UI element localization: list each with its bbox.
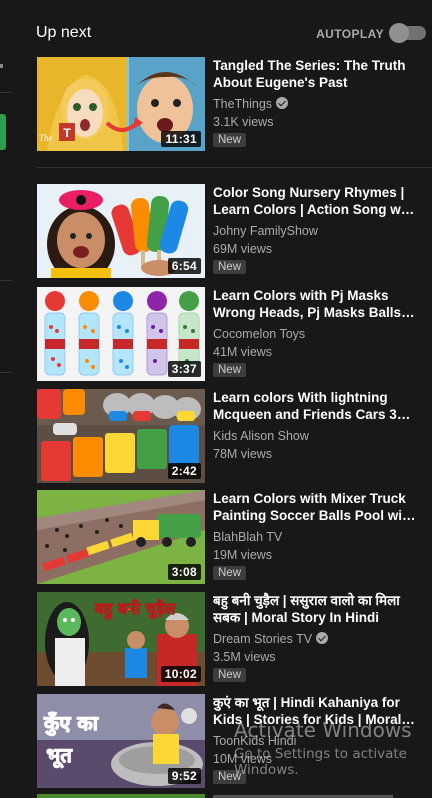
section-divider — [36, 167, 432, 168]
channel-name-text[interactable]: Dream Stories TV — [213, 632, 312, 646]
video-info[interactable]: Learn Colors with Pj Masks Wrong Heads, … — [213, 287, 418, 378]
verified-check-icon — [276, 97, 289, 109]
video-duration: 10:02 — [160, 666, 201, 682]
channel-name[interactable]: BlahBlah TV — [213, 529, 418, 545]
thumbnail-text: भूत — [46, 743, 73, 768]
video-title[interactable]: Learn colors With lightning Mcqueen and … — [213, 389, 418, 423]
new-badge: New — [213, 363, 247, 377]
left-panel-edge — [0, 0, 12, 798]
autoplay-toggle[interactable] — [389, 23, 426, 43]
video-thumbnail[interactable]: कुँए का भूत 9:52 — [37, 694, 205, 788]
next-video-thumbnail-partial[interactable] — [37, 794, 205, 798]
up-next-header: Up next AUTOPLAY — [36, 23, 432, 44]
panel-edge-mark — [0, 64, 3, 68]
video-duration: 11:31 — [161, 131, 201, 147]
channel-name[interactable]: Dream Stories TV — [213, 631, 418, 647]
view-count: 41M views — [213, 345, 273, 359]
video-duration: 3:37 — [167, 361, 201, 377]
new-badge: New — [213, 133, 247, 147]
view-count: 19M views — [213, 548, 273, 562]
channel-name[interactable]: Johny FamilyShow — [213, 223, 418, 239]
video-info[interactable]: Tangled The Series: The Truth About Euge… — [213, 57, 418, 148]
video-thumbnail[interactable]: 2:42 — [37, 389, 205, 483]
channel-name[interactable]: Kids Alison Show — [213, 428, 418, 444]
panel-edge-divider — [0, 92, 12, 93]
autoplay-label: AUTOPLAY — [316, 27, 384, 41]
video-title[interactable]: बहु बनी चुड़ैल | ससुराल वालो का मिला सबक… — [213, 592, 418, 626]
video-thumbnail[interactable]: 3:37 — [37, 287, 205, 381]
view-count: 78M views — [213, 447, 273, 461]
video-item[interactable]: बहु बनी चुड़ैल 10:02 बहु बनी चुड़ैल | सस… — [37, 592, 432, 686]
video-item[interactable]: 3:37 Learn Colors with Pj Masks Wrong He… — [37, 287, 432, 381]
video-info[interactable]: Learn Colors with Mixer Truck Painting S… — [213, 490, 418, 581]
up-next-title: Up next — [36, 24, 92, 41]
channel-name[interactable]: TheThings — [213, 96, 418, 112]
video-title[interactable]: Learn Colors with Pj Masks Wrong Heads, … — [213, 287, 418, 321]
video-thumbnail[interactable]: 6:54 — [37, 184, 205, 278]
video-duration: 9:52 — [167, 768, 201, 784]
channel-name[interactable]: ToonKids Hindi — [213, 733, 418, 749]
new-badge: New — [213, 566, 247, 580]
verified-check-icon — [316, 632, 329, 644]
autoplay-toggle-knob[interactable] — [389, 23, 409, 43]
panel-edge-divider — [0, 372, 12, 373]
video-item[interactable]: कुँए का भूत 9:52 कुएं का भूत | Hindi Kah… — [37, 694, 432, 788]
view-count: 69M views — [213, 242, 273, 256]
video-item[interactable]: 2:42 Learn colors With lightning Mcqueen… — [37, 389, 432, 483]
video-duration: 3:08 — [167, 564, 201, 580]
svg-text:T: T — [63, 126, 71, 140]
panel-edge-accent[interactable] — [0, 114, 6, 150]
view-count: 10M views — [213, 752, 273, 766]
thumbnail-text: कुँए का — [43, 711, 99, 736]
new-badge: New — [213, 668, 247, 682]
video-thumbnail[interactable]: 3:08 — [37, 490, 205, 584]
thumbnail-text: बहु बनी चुड़ैल — [94, 599, 177, 620]
video-title[interactable]: Tangled The Series: The Truth About Euge… — [213, 57, 418, 91]
video-info[interactable]: Color Song Nursery Rhymes | Learn Colors… — [213, 184, 418, 275]
video-info[interactable]: बहु बनी चुड़ैल | ससुराल वालो का मिला सबक… — [213, 592, 418, 683]
video-title[interactable]: Color Song Nursery Rhymes | Learn Colors… — [213, 184, 418, 218]
view-count: 3.1K views — [213, 115, 274, 129]
channel-name[interactable]: Cocomelon Toys — [213, 326, 418, 342]
new-badge: New — [213, 260, 247, 274]
view-count: 3.5M views — [213, 650, 276, 664]
video-info[interactable]: कुएं का भूत | Hindi Kahaniya for Kids | … — [213, 694, 418, 785]
video-title[interactable]: Learn Colors with Mixer Truck Painting S… — [213, 490, 418, 524]
video-thumbnail[interactable]: बहु बनी चुड़ैल 10:02 — [37, 592, 205, 686]
video-duration: 6:54 — [167, 258, 201, 274]
video-thumbnail[interactable]: T The 11:31 — [37, 57, 205, 151]
video-duration: 2:42 — [167, 463, 201, 479]
channel-name-text[interactable]: TheThings — [213, 97, 272, 111]
video-title[interactable]: कुएं का भूत | Hindi Kahaniya for Kids | … — [213, 694, 418, 728]
video-info[interactable]: Learn colors With lightning Mcqueen and … — [213, 389, 418, 462]
video-item[interactable]: 3:08 Learn Colors with Mixer Truck Paint… — [37, 490, 432, 584]
new-badge: New — [213, 770, 247, 784]
video-item[interactable]: T The 11:31 Tangled The Series: The Trut… — [37, 57, 432, 151]
video-item[interactable]: 6:54 Color Song Nursery Rhymes | Learn C… — [37, 184, 432, 278]
thumbnail-text: The — [39, 133, 53, 143]
panel-edge-divider — [0, 280, 12, 281]
